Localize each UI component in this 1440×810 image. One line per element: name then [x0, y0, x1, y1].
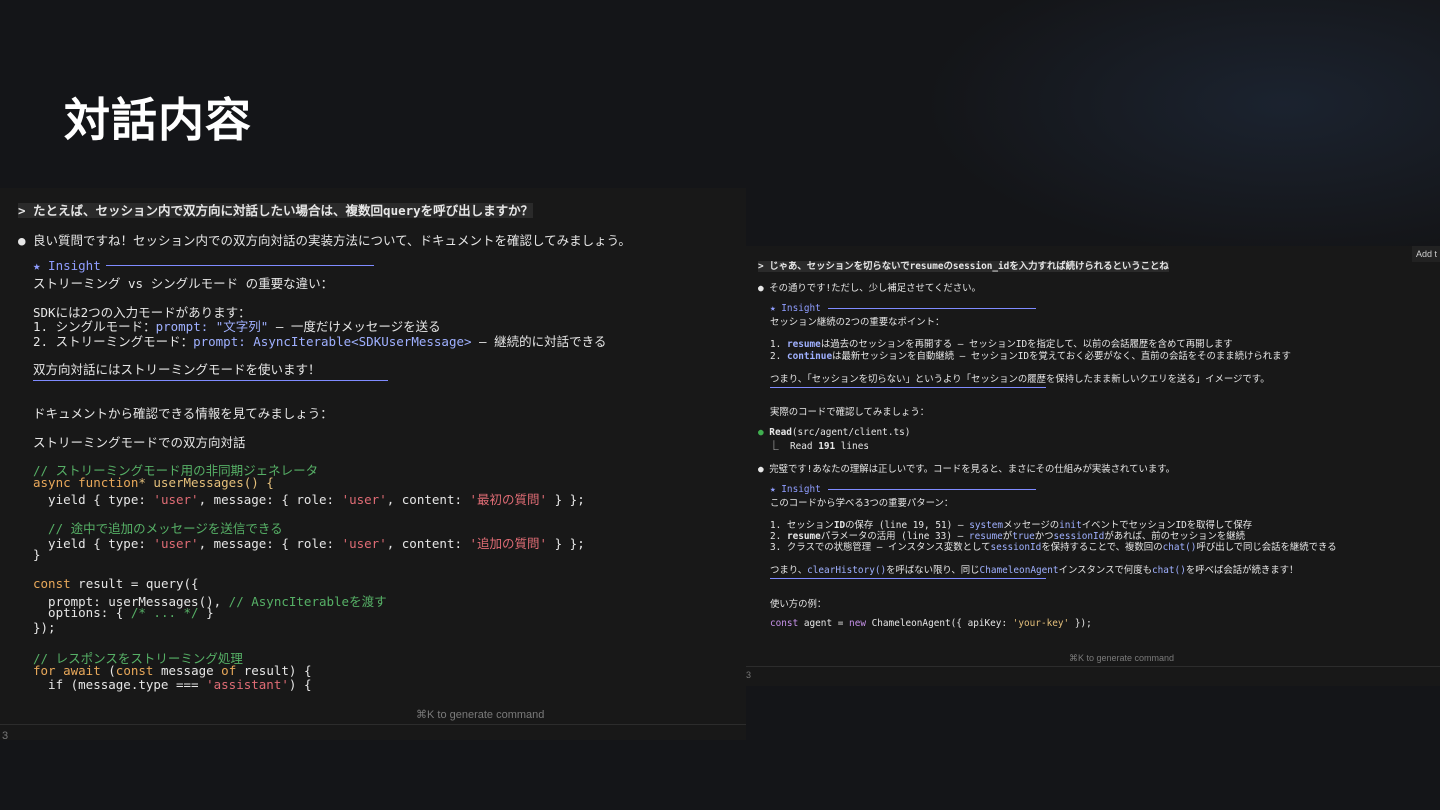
line-number: 3 [746, 670, 752, 680]
insight-label: ★ Insight [770, 303, 821, 314]
panel-divider [746, 666, 1440, 667]
insight-divider-bottom [770, 578, 1046, 579]
insight-heading: セッション継続の2つの重要なポイント： [770, 317, 945, 328]
insight-divider-bottom [33, 380, 388, 381]
code-line: const result = query({ [33, 576, 199, 591]
code-line: yield { type: 'user', message: { role: '… [33, 536, 585, 551]
read-tool-call: ● Read(src/agent/client.ts) [758, 427, 911, 438]
left-terminal-panel: > たとえば、セッション内で双方向に対話したい場合は、複数回queryを呼び出し… [0, 188, 746, 740]
insight-heading: ストリーミング vs シングルモード の重要な違い： [33, 276, 334, 291]
code-line: const agent = new ChameleonAgent({ apiKe… [770, 618, 1092, 629]
insight-divider-top [828, 489, 1036, 490]
insight-label: ★ Insight [33, 258, 101, 273]
code-line: for await (const message of result) { [33, 663, 312, 678]
insight-divider-bottom [770, 387, 1046, 388]
insight-divider-top [828, 308, 1036, 309]
stream-heading: ストリーミングモードでの双方向対話 [33, 435, 246, 450]
bidi-note: 双方向対話にはストリーミングモードを使います！ [33, 362, 321, 377]
insight-divider-top [106, 265, 374, 266]
point-line: 2. continueは最新セッションを自動継続 – セッションIDを覚えておく… [770, 351, 1291, 362]
read-tool-result: ⎿ Read 191 lines [758, 441, 869, 452]
user-question: > じゃあ、セッションを切らないでresumeのsession_idを入力すれば… [758, 261, 1169, 272]
generate-command-hint[interactable]: ⌘K to generate command [1069, 653, 1174, 664]
check-line: 実際のコードで確認してみましょう： [770, 407, 930, 418]
summary-line: つまり、「セッションを切らない」というより「セッションの履歴を保持したまま新しい… [770, 374, 1270, 385]
insight-label: ★ Insight [770, 484, 821, 495]
background-glow [920, 0, 1440, 260]
pattern-line: 3. クラスでの状態管理 – インスタンス変数としてsessionIdを保持する… [770, 542, 1337, 553]
docs-line: ドキュメントから確認できる情報を見てみましょう： [33, 406, 333, 421]
right-terminal-panel: > じゃあ、セッションを切らないでresumeのsession_idを入力すれば… [746, 246, 1440, 686]
slide-title: 対話内容 [64, 93, 252, 147]
code-line: yield { type: 'user', message: { role: '… [33, 492, 585, 507]
code-line: async function* userMessages() { [33, 475, 274, 490]
code-line: options: { /* ... */ } [33, 605, 214, 620]
user-question: > たとえば、セッション内で双方向に対話したい場合は、複数回queryを呼び出し… [18, 203, 534, 218]
generate-command-hint[interactable]: ⌘K to generate command [416, 708, 544, 721]
usage-heading: 使い方の例： [770, 599, 827, 610]
status-dot-icon: ● [758, 427, 770, 438]
code-line: } [33, 547, 41, 562]
panel-divider [0, 724, 746, 725]
assistant-answer: ● 完璧です!あなたの理解は正しいです。コードを見ると、まさにその仕組みが実装さ… [758, 464, 1176, 475]
code-line: }); [33, 620, 56, 635]
assistant-answer: ● その通りです!ただし、少し補足させてください。 [758, 283, 981, 294]
summary-line: つまり、clearHistory()を呼ばない限り、同じChameleonAge… [770, 565, 1299, 576]
line-number: 3 [2, 730, 9, 740]
mode2-line: 2. ストリーミングモード：prompt: AsyncIterable<SDKU… [33, 334, 607, 349]
insight-heading: このコードから学べる3つの重要パターン： [770, 498, 954, 509]
assistant-answer: ● 良い質問ですね！セッション内での双方向対話の実装方法について、ドキュメントを… [18, 233, 631, 248]
code-line: if (message.type === 'assistant') { [33, 677, 312, 692]
add-button[interactable]: Add t [1412, 246, 1440, 262]
